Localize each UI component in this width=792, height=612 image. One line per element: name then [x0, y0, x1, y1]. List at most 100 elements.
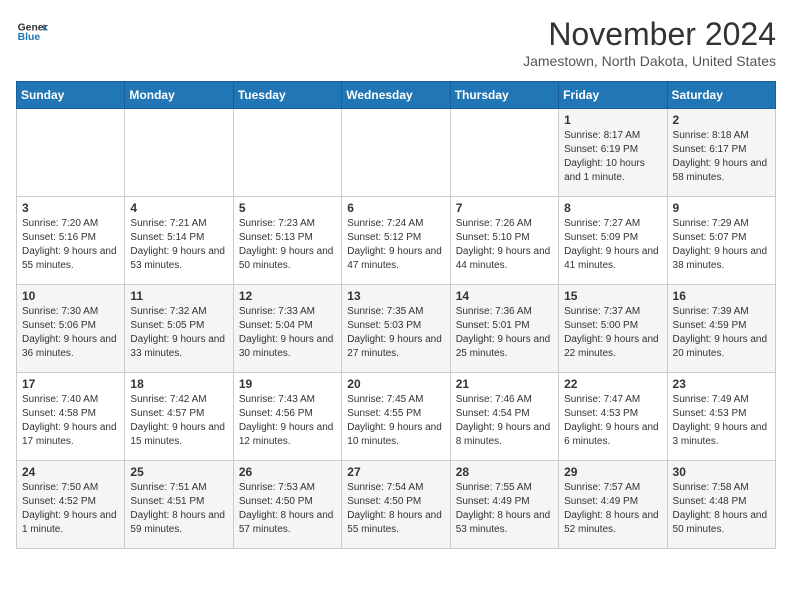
day-number: 26: [239, 465, 336, 479]
calendar-table: SundayMondayTuesdayWednesdayThursdayFrid…: [16, 81, 776, 549]
calendar-cell: 12 Sunrise: 7:33 AM Sunset: 5:04 PM Dayli…: [233, 285, 341, 373]
day-info: Sunrise: 7:21 AM Sunset: 5:14 PM Dayligh…: [130, 217, 227, 273]
day-number: 1: [564, 113, 661, 127]
day-of-week-header: Sunday: [17, 82, 125, 109]
calendar-cell: [233, 109, 341, 197]
day-number: 13: [347, 289, 444, 303]
day-number: 8: [564, 201, 661, 215]
day-number: 4: [130, 201, 227, 215]
svg-text:Blue: Blue: [18, 32, 41, 43]
day-number: 28: [456, 465, 553, 479]
calendar-cell: 27 Sunrise: 7:54 AM Sunset: 4:50 PM Dayli…: [342, 461, 450, 549]
calendar-cell: [450, 109, 558, 197]
day-number: 25: [130, 465, 227, 479]
calendar-cell: 5 Sunrise: 7:23 AM Sunset: 5:13 PM Daylig…: [233, 197, 341, 285]
day-info: Sunrise: 7:40 AM Sunset: 4:58 PM Dayligh…: [22, 393, 119, 449]
day-number: 6: [347, 201, 444, 215]
day-number: 23: [673, 377, 770, 391]
calendar-cell: 1Sunrise: 8:17 AM Sunset: 6:19 PM Daylig…: [559, 109, 667, 197]
day-info: Sunrise: 7:55 AM Sunset: 4:49 PM Dayligh…: [456, 481, 553, 537]
calendar-cell: [125, 109, 233, 197]
calendar-cell: 7 Sunrise: 7:26 AM Sunset: 5:10 PM Daylig…: [450, 197, 558, 285]
calendar-cell: [17, 109, 125, 197]
day-of-week-header: Wednesday: [342, 82, 450, 109]
day-info: Sunrise: 7:27 AM Sunset: 5:09 PM Dayligh…: [564, 217, 661, 273]
day-number: 21: [456, 377, 553, 391]
day-info: Sunrise: 7:50 AM Sunset: 4:52 PM Dayligh…: [22, 481, 119, 537]
day-info: Sunrise: 7:39 AM Sunset: 4:59 PM Dayligh…: [673, 305, 770, 361]
day-info: Sunrise: 7:49 AM Sunset: 4:53 PM Dayligh…: [673, 393, 770, 449]
day-number: 3: [22, 201, 119, 215]
day-info: Sunrise: 7:29 AM Sunset: 5:07 PM Dayligh…: [673, 217, 770, 273]
day-info: Sunrise: 7:30 AM Sunset: 5:06 PM Dayligh…: [22, 305, 119, 361]
calendar-cell: 29 Sunrise: 7:57 AM Sunset: 4:49 PM Dayli…: [559, 461, 667, 549]
location: Jamestown, North Dakota, United States: [523, 53, 776, 69]
day-info: Sunrise: 7:37 AM Sunset: 5:00 PM Dayligh…: [564, 305, 661, 361]
day-number: 12: [239, 289, 336, 303]
calendar-cell: 28 Sunrise: 7:55 AM Sunset: 4:49 PM Dayli…: [450, 461, 558, 549]
calendar-cell: 19Sunrise: 7:43 AM Sunset: 4:56 PM Dayli…: [233, 373, 341, 461]
day-info: Sunrise: 7:58 AM Sunset: 4:48 PM Dayligh…: [673, 481, 770, 537]
day-info: Sunrise: 7:32 AM Sunset: 5:05 PM Dayligh…: [130, 305, 227, 361]
day-info: Sunrise: 7:36 AM Sunset: 5:01 PM Dayligh…: [456, 305, 553, 361]
calendar-cell: 14 Sunrise: 7:36 AM Sunset: 5:01 PM Dayli…: [450, 285, 558, 373]
calendar-cell: 4 Sunrise: 7:21 AM Sunset: 5:14 PM Daylig…: [125, 197, 233, 285]
day-number: 27: [347, 465, 444, 479]
day-number: 17: [22, 377, 119, 391]
calendar-cell: 13 Sunrise: 7:35 AM Sunset: 5:03 PM Dayli…: [342, 285, 450, 373]
logo-icon: General Blue: [16, 16, 48, 48]
day-info: Sunrise: 7:47 AM Sunset: 4:53 PM Dayligh…: [564, 393, 661, 449]
day-number: 15: [564, 289, 661, 303]
day-number: 20: [347, 377, 444, 391]
page-header: General Blue November 2024 Jamestown, No…: [16, 16, 776, 69]
day-of-week-header: Friday: [559, 82, 667, 109]
calendar-cell: 6Sunrise: 7:24 AM Sunset: 5:12 PM Daylig…: [342, 197, 450, 285]
calendar-cell: 20 Sunrise: 7:45 AM Sunset: 4:55 PM Dayli…: [342, 373, 450, 461]
day-info: Sunrise: 7:57 AM Sunset: 4:49 PM Dayligh…: [564, 481, 661, 537]
calendar-cell: 10 Sunrise: 7:30 AM Sunset: 5:06 PM Dayli…: [17, 285, 125, 373]
calendar-cell: 9 Sunrise: 7:29 AM Sunset: 5:07 PM Daylig…: [667, 197, 775, 285]
logo: General Blue: [16, 16, 48, 48]
calendar-cell: 25 Sunrise: 7:51 AM Sunset: 4:51 PM Dayli…: [125, 461, 233, 549]
calendar-cell: 18Sunrise: 7:42 AM Sunset: 4:57 PM Dayli…: [125, 373, 233, 461]
calendar-cell: 23 Sunrise: 7:49 AM Sunset: 4:53 PM Dayli…: [667, 373, 775, 461]
calendar-cell: 22 Sunrise: 7:47 AM Sunset: 4:53 PM Dayli…: [559, 373, 667, 461]
day-number: 14: [456, 289, 553, 303]
day-number: 11: [130, 289, 227, 303]
day-number: 9: [673, 201, 770, 215]
day-info: Sunrise: 7:51 AM Sunset: 4:51 PM Dayligh…: [130, 481, 227, 537]
calendar-cell: 8 Sunrise: 7:27 AM Sunset: 5:09 PM Daylig…: [559, 197, 667, 285]
calendar-cell: 3 Sunrise: 7:20 AM Sunset: 5:16 PM Daylig…: [17, 197, 125, 285]
calendar-cell: 2 Sunrise: 8:18 AM Sunset: 6:17 PM Daylig…: [667, 109, 775, 197]
day-info: Sunrise: 7:23 AM Sunset: 5:13 PM Dayligh…: [239, 217, 336, 273]
day-of-week-header: Tuesday: [233, 82, 341, 109]
day-info: Sunrise: 7:33 AM Sunset: 5:04 PM Dayligh…: [239, 305, 336, 361]
day-info: Sunrise: 7:54 AM Sunset: 4:50 PM Dayligh…: [347, 481, 444, 537]
day-number: 10: [22, 289, 119, 303]
day-number: 29: [564, 465, 661, 479]
calendar-cell: 17 Sunrise: 7:40 AM Sunset: 4:58 PM Dayli…: [17, 373, 125, 461]
title-block: November 2024 Jamestown, North Dakota, U…: [523, 16, 776, 69]
calendar-cell: 26Sunrise: 7:53 AM Sunset: 4:50 PM Dayli…: [233, 461, 341, 549]
day-of-week-header: Saturday: [667, 82, 775, 109]
day-number: 7: [456, 201, 553, 215]
day-info: Sunrise: 7:26 AM Sunset: 5:10 PM Dayligh…: [456, 217, 553, 273]
calendar-cell: 15 Sunrise: 7:37 AM Sunset: 5:00 PM Dayli…: [559, 285, 667, 373]
day-number: 2: [673, 113, 770, 127]
day-info: Sunrise: 7:20 AM Sunset: 5:16 PM Dayligh…: [22, 217, 119, 273]
day-info: Sunrise: 7:35 AM Sunset: 5:03 PM Dayligh…: [347, 305, 444, 361]
day-info: Sunrise: 8:18 AM Sunset: 6:17 PM Dayligh…: [673, 129, 770, 185]
day-number: 5: [239, 201, 336, 215]
day-info: Sunrise: 7:45 AM Sunset: 4:55 PM Dayligh…: [347, 393, 444, 449]
calendar-cell: 30Sunrise: 7:58 AM Sunset: 4:48 PM Dayli…: [667, 461, 775, 549]
calendar-cell: 11 Sunrise: 7:32 AM Sunset: 5:05 PM Dayli…: [125, 285, 233, 373]
day-info: Sunrise: 7:46 AM Sunset: 4:54 PM Dayligh…: [456, 393, 553, 449]
month-title: November 2024: [523, 16, 776, 53]
day-info: Sunrise: 7:42 AM Sunset: 4:57 PM Dayligh…: [130, 393, 227, 449]
day-info: Sunrise: 7:43 AM Sunset: 4:56 PM Dayligh…: [239, 393, 336, 449]
calendar-cell: 24Sunrise: 7:50 AM Sunset: 4:52 PM Dayli…: [17, 461, 125, 549]
day-number: 22: [564, 377, 661, 391]
calendar-cell: 21 Sunrise: 7:46 AM Sunset: 4:54 PM Dayli…: [450, 373, 558, 461]
calendar-cell: 16 Sunrise: 7:39 AM Sunset: 4:59 PM Dayli…: [667, 285, 775, 373]
day-number: 16: [673, 289, 770, 303]
